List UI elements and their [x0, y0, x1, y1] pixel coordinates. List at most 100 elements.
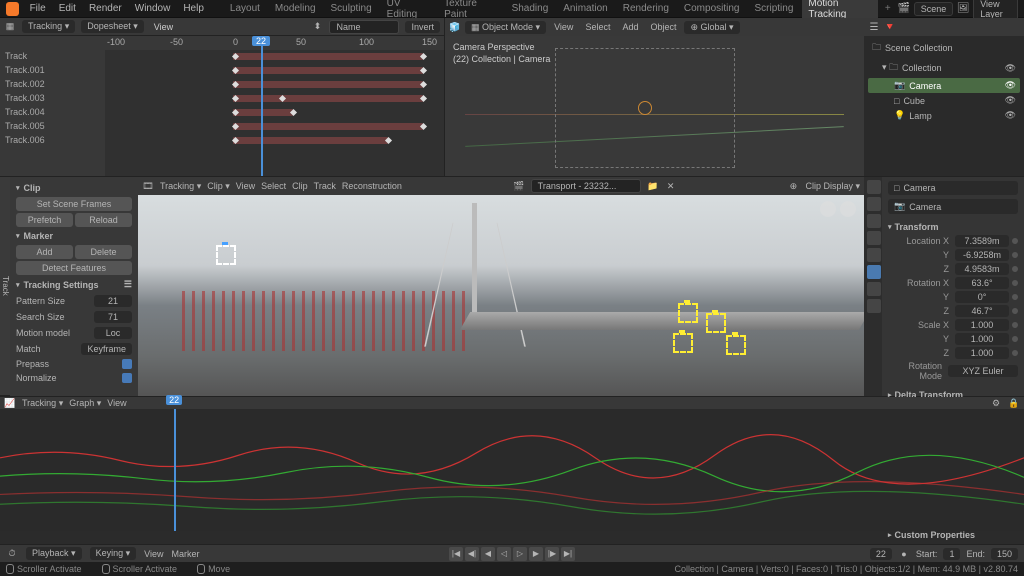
- dopesheet-subtype[interactable]: Dopesheet ▾: [81, 20, 144, 33]
- lock-icon[interactable]: [1012, 336, 1018, 342]
- current-frame-field[interactable]: 22: [870, 548, 892, 560]
- lock-icon[interactable]: [1012, 308, 1018, 314]
- clip-track[interactable]: Track: [314, 181, 336, 191]
- play-icon[interactable]: ▷: [513, 547, 527, 561]
- outliner-item-cube[interactable]: □ Cube👁: [868, 93, 1020, 108]
- outliner-root[interactable]: 🗀 Scene Collection: [868, 38, 1020, 58]
- prop-tab-data-icon[interactable]: [867, 299, 881, 313]
- list-icon[interactable]: ☰: [124, 279, 132, 290]
- rot-x-field[interactable]: 63.6°: [955, 277, 1009, 289]
- playback-menu[interactable]: Playback ▾: [26, 547, 82, 560]
- props-object[interactable]: 📷 Camera: [888, 199, 1018, 214]
- ws-rendering[interactable]: Rendering: [617, 1, 675, 16]
- playhead[interactable]: [261, 36, 263, 176]
- keyframe-prev-icon[interactable]: ◀|: [465, 547, 479, 561]
- ds-view-menu[interactable]: View: [150, 21, 177, 33]
- status-view[interactable]: View: [144, 549, 163, 559]
- visibility-icon[interactable]: 👁: [1005, 80, 1016, 91]
- prop-tab-view-icon[interactable]: [867, 214, 881, 228]
- menu-edit[interactable]: Edit: [54, 1, 81, 16]
- filter-icon[interactable]: 🔻: [884, 21, 896, 33]
- scene-selector[interactable]: Scene: [914, 2, 954, 16]
- lock-icon[interactable]: [1012, 238, 1018, 244]
- frame-prev-icon[interactable]: ◀: [481, 547, 495, 561]
- track-row[interactable]: Track.002: [0, 78, 105, 92]
- vp-view[interactable]: View: [550, 21, 577, 33]
- lock-icon[interactable]: [1012, 280, 1018, 286]
- lock-icon[interactable]: [1012, 322, 1018, 328]
- properties-tabs[interactable]: [864, 177, 882, 396]
- ws-add-icon[interactable]: +: [881, 1, 895, 16]
- loc-z-field[interactable]: 4.9583m: [955, 263, 1009, 275]
- tracking-settings-hdr[interactable]: Tracking Settings ☰: [16, 277, 132, 292]
- transform-header[interactable]: Transform: [888, 220, 1018, 234]
- editor-type-icon[interactable]: 🎞: [142, 180, 154, 192]
- filter-icon[interactable]: ⚙: [990, 397, 1002, 409]
- add-marker-button[interactable]: Add: [16, 245, 73, 259]
- track-row[interactable]: Track.005: [0, 120, 105, 134]
- close-icon[interactable]: ✕: [665, 180, 677, 192]
- visibility-icon[interactable]: 👁: [1005, 95, 1016, 106]
- match-select[interactable]: Keyframe: [81, 343, 132, 355]
- dopesheet-timeline[interactable]: -100 -50 0 50 100 150: [105, 36, 444, 176]
- prop-tab-world-icon[interactable]: [867, 248, 881, 262]
- editor-type-icon[interactable]: ▦: [4, 21, 16, 33]
- frame-next-icon[interactable]: ▶: [529, 547, 543, 561]
- clip-recon[interactable]: Reconstruction: [342, 181, 402, 191]
- keyframe-next-icon[interactable]: |▶: [545, 547, 559, 561]
- tracking-mode[interactable]: Tracking ▾: [22, 20, 75, 33]
- clip-select[interactable]: Select: [261, 181, 286, 191]
- auto-key-icon[interactable]: ●: [898, 548, 910, 560]
- clip-lock-icon[interactable]: [840, 201, 856, 217]
- track-row[interactable]: Track.004: [0, 106, 105, 120]
- orientation[interactable]: ⊕ Global ▾: [684, 21, 739, 34]
- clip-display[interactable]: Clip Display ▾: [805, 181, 860, 192]
- rotmode-select[interactable]: XYZ Euler: [948, 365, 1018, 377]
- jump-start-icon[interactable]: |◀: [449, 547, 463, 561]
- sort-icon[interactable]: ⬍: [311, 21, 323, 33]
- track-row[interactable]: Track.003: [0, 92, 105, 106]
- clip-name-field[interactable]: Transport - 23232...: [531, 179, 641, 193]
- scale-z-field[interactable]: 1.000: [955, 347, 1009, 359]
- reload-button[interactable]: Reload: [75, 213, 132, 227]
- folder-icon[interactable]: 📁: [647, 180, 659, 192]
- clip-view[interactable]: View: [236, 181, 255, 191]
- clip-mode[interactable]: Tracking ▾: [160, 181, 201, 192]
- prop-tab-object-icon[interactable]: [867, 265, 881, 279]
- scale-y-field[interactable]: 1.000: [955, 333, 1009, 345]
- menu-render[interactable]: Render: [84, 1, 127, 16]
- status-marker[interactable]: Marker: [171, 549, 199, 559]
- graph-view[interactable]: View: [107, 398, 126, 408]
- prop-tab-constraint-icon[interactable]: [867, 282, 881, 296]
- invert-toggle[interactable]: Invert: [405, 21, 440, 33]
- ws-scripting[interactable]: Scripting: [748, 1, 799, 16]
- props-breadcrumb[interactable]: □ Camera: [888, 181, 1018, 195]
- prop-tab-render-icon[interactable]: [867, 180, 881, 194]
- delete-marker-button[interactable]: Delete: [75, 245, 132, 259]
- clip-panel-hdr[interactable]: Clip: [16, 181, 132, 195]
- lock-icon[interactable]: [1012, 252, 1018, 258]
- ws-shading[interactable]: Shading: [506, 1, 555, 16]
- lock-icon[interactable]: [1012, 294, 1018, 300]
- track-row[interactable]: Track: [0, 50, 105, 64]
- search-size-field[interactable]: 71: [94, 311, 132, 323]
- clip-canvas[interactable]: [138, 195, 864, 396]
- ws-animation[interactable]: Animation: [557, 1, 613, 16]
- graph-mode[interactable]: Tracking ▾: [22, 398, 63, 409]
- editor-type-icon[interactable]: ☰: [868, 21, 880, 33]
- vp-object[interactable]: Object: [646, 21, 680, 33]
- jump-end-icon[interactable]: ▶|: [561, 547, 575, 561]
- editor-type-icon[interactable]: 📈: [4, 397, 16, 409]
- ws-sculpting[interactable]: Sculpting: [325, 1, 378, 16]
- clip-clip[interactable]: Clip: [292, 181, 308, 191]
- clip-zoom-icon[interactable]: [820, 201, 836, 217]
- keying-menu[interactable]: Keying ▾: [90, 547, 137, 560]
- prop-tab-output-icon[interactable]: [867, 197, 881, 211]
- vp-select[interactable]: Select: [581, 21, 614, 33]
- track-row[interactable]: Track.006: [0, 134, 105, 148]
- name-filter[interactable]: Name: [329, 20, 399, 34]
- menu-help[interactable]: Help: [178, 1, 209, 16]
- motion-model-select[interactable]: Loc: [94, 327, 132, 339]
- scale-x-field[interactable]: 1.000: [955, 319, 1009, 331]
- ws-compositing[interactable]: Compositing: [678, 1, 746, 16]
